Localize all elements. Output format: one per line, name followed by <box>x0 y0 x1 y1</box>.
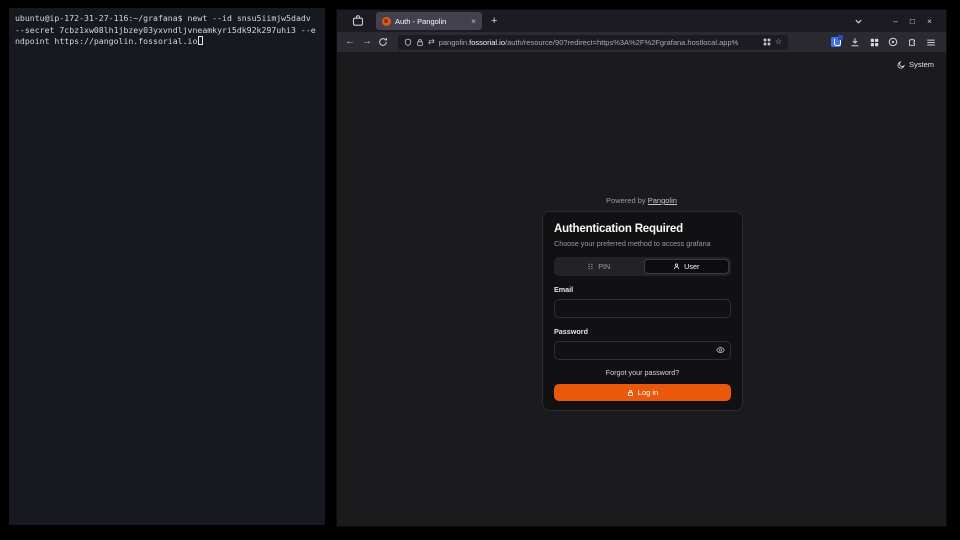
tab-pin[interactable]: PIN <box>556 259 642 274</box>
browser-tab-bar: Auth - Pangolin × + – □ × <box>337 10 946 32</box>
terminal-line: --secret 7cbz1xw08lh1jbzey03yxvndljvneam… <box>15 25 319 37</box>
url-prefix: pangolin. <box>439 38 469 47</box>
tab-pin-label: PIN <box>598 262 610 271</box>
tab-auth-pangolin[interactable]: Auth - Pangolin × <box>376 12 482 30</box>
url-bar[interactable]: ⇄ pangolin.fossorial.io/auth/resource/90… <box>398 35 788 50</box>
tiles-extension-icon[interactable] <box>869 37 879 47</box>
firefox-view-button[interactable] <box>351 14 365 28</box>
password-field[interactable] <box>554 341 731 360</box>
log-in-button[interactable]: Log in <box>554 384 731 401</box>
browser-nav-bar: ← → ⇄ pangolin.fossorial.io/auth/resourc <box>337 32 946 52</box>
user-icon <box>673 263 680 270</box>
forward-button[interactable]: → <box>361 37 373 47</box>
pangolin-favicon-icon <box>382 17 391 26</box>
tab-title: Auth - Pangolin <box>395 17 467 26</box>
email-input-wrap <box>554 298 731 318</box>
url-text: pangolin.fossorial.io/auth/resource/90?r… <box>439 38 759 47</box>
powered-by: Powered by Pangolin <box>337 196 946 205</box>
keypad-icon <box>587 263 594 270</box>
terminal-line: ubuntu@ip-172-31-27-116:~/grafana$ newt … <box>15 13 319 25</box>
auth-method-tabs: PIN User <box>554 257 731 276</box>
card-title: Authentication Required <box>554 223 731 235</box>
password-label: Password <box>554 327 731 336</box>
moon-icon <box>897 61 905 69</box>
powered-by-text: Powered by <box>606 196 646 205</box>
bookmark-star-icon[interactable]: ☆ <box>775 38 782 46</box>
password-input-wrap <box>554 340 731 360</box>
tab-close-icon[interactable]: × <box>471 17 476 26</box>
auth-card: Authentication Required Choose your pref… <box>542 211 743 411</box>
tab-user-label: User <box>684 262 699 271</box>
container-grid-icon[interactable] <box>763 38 771 46</box>
url-domain: fossorial.io <box>469 38 505 47</box>
tab-user[interactable]: User <box>644 259 730 274</box>
show-password-button[interactable] <box>716 346 725 355</box>
firefox-view-icon <box>352 15 364 27</box>
theme-label: System <box>909 60 934 69</box>
new-tab-button[interactable]: + <box>491 16 497 27</box>
terminal-line-text: ndpoint https://pangolin.fossorial.io <box>15 36 197 46</box>
window-close-button[interactable]: × <box>921 16 938 26</box>
blue-extension-icon[interactable] <box>831 37 841 47</box>
maximize-button[interactable]: □ <box>904 16 921 26</box>
tab-list-chevron-icon[interactable] <box>854 17 863 26</box>
menu-hamburger-icon[interactable] <box>926 37 936 47</box>
log-in-label: Log in <box>638 388 658 397</box>
downloads-icon[interactable] <box>850 37 860 47</box>
auth-page: System Powered by Pangolin Authenticatio… <box>337 52 946 526</box>
forgot-password-link[interactable]: Forgot your password? <box>554 368 731 377</box>
browser-window: Auth - Pangolin × + – □ × ← → <box>337 10 946 526</box>
eye-icon <box>716 346 725 355</box>
terminal-line: ndpoint https://pangolin.fossorial.io <box>15 36 319 48</box>
https-lock-icon[interactable] <box>416 38 424 47</box>
exchange-icon[interactable]: ⇄ <box>428 38 435 46</box>
terminal-cursor <box>198 36 203 45</box>
terminal-window[interactable]: ubuntu@ip-172-31-27-116:~/grafana$ newt … <box>9 8 325 525</box>
email-field[interactable] <box>554 299 731 318</box>
back-button[interactable]: ← <box>344 37 356 47</box>
theme-selector[interactable]: System <box>897 60 934 69</box>
lock-icon <box>627 389 634 397</box>
circle-dot-extension-icon[interactable] <box>888 37 898 47</box>
pangolin-brand-link[interactable]: Pangolin <box>648 196 677 205</box>
extensions-puzzle-icon[interactable] <box>907 37 917 47</box>
reload-button[interactable] <box>378 37 390 47</box>
window-controls: – □ × <box>854 16 938 26</box>
url-path: /auth/resource/90?redirect=https%3A%2F%2… <box>505 38 738 47</box>
email-label: Email <box>554 285 731 294</box>
desktop: { "terminal": { "lines": [ "ubuntu@ip-17… <box>0 0 960 540</box>
toolbar-extensions-area <box>831 37 939 47</box>
tracking-protection-shield-icon[interactable] <box>404 38 412 47</box>
minimize-button[interactable]: – <box>887 16 904 26</box>
card-subtitle: Choose your preferred method to access g… <box>554 239 731 248</box>
